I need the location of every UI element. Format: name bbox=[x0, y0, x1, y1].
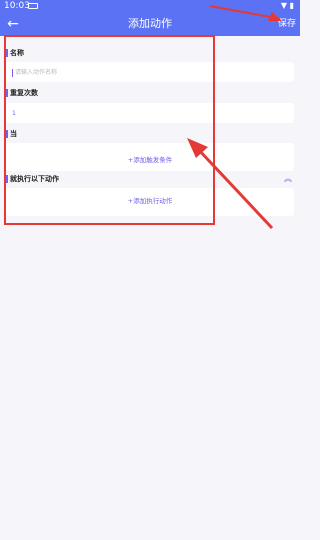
repeat-card bbox=[6, 103, 294, 123]
text-caret bbox=[12, 69, 13, 77]
repeat-input[interactable] bbox=[12, 107, 288, 119]
status-time: 10:03 bbox=[4, 1, 30, 11]
when-label: 当 bbox=[6, 129, 17, 139]
name-card bbox=[6, 62, 294, 82]
name-input[interactable] bbox=[15, 66, 288, 78]
then-label: 就执行以下动作 bbox=[6, 174, 59, 184]
add-action-button[interactable]: +添加执行动作 bbox=[6, 195, 294, 205]
status-bar: 10:03 ▼ ▮ bbox=[0, 0, 300, 12]
repeat-label: 重复次数 bbox=[6, 88, 38, 98]
wifi-icon: ▼ bbox=[280, 1, 288, 10]
name-label: 名称 bbox=[6, 48, 24, 58]
action-card: +添加执行动作 bbox=[6, 188, 294, 216]
condition-card: +添加触发条件 bbox=[6, 143, 294, 171]
sim-icon bbox=[28, 3, 38, 9]
battery-icon: ▮ bbox=[289, 1, 294, 10]
double-chevron-up-icon[interactable]: ︽ bbox=[284, 175, 292, 183]
app-bar: ← 添加动作 保存 bbox=[0, 12, 300, 36]
add-condition-button[interactable]: +添加触发条件 bbox=[6, 154, 294, 164]
save-button[interactable]: 保存 bbox=[278, 12, 296, 36]
status-icons: ▼ ▮ bbox=[281, 0, 294, 12]
page-title: 添加动作 bbox=[128, 17, 172, 30]
